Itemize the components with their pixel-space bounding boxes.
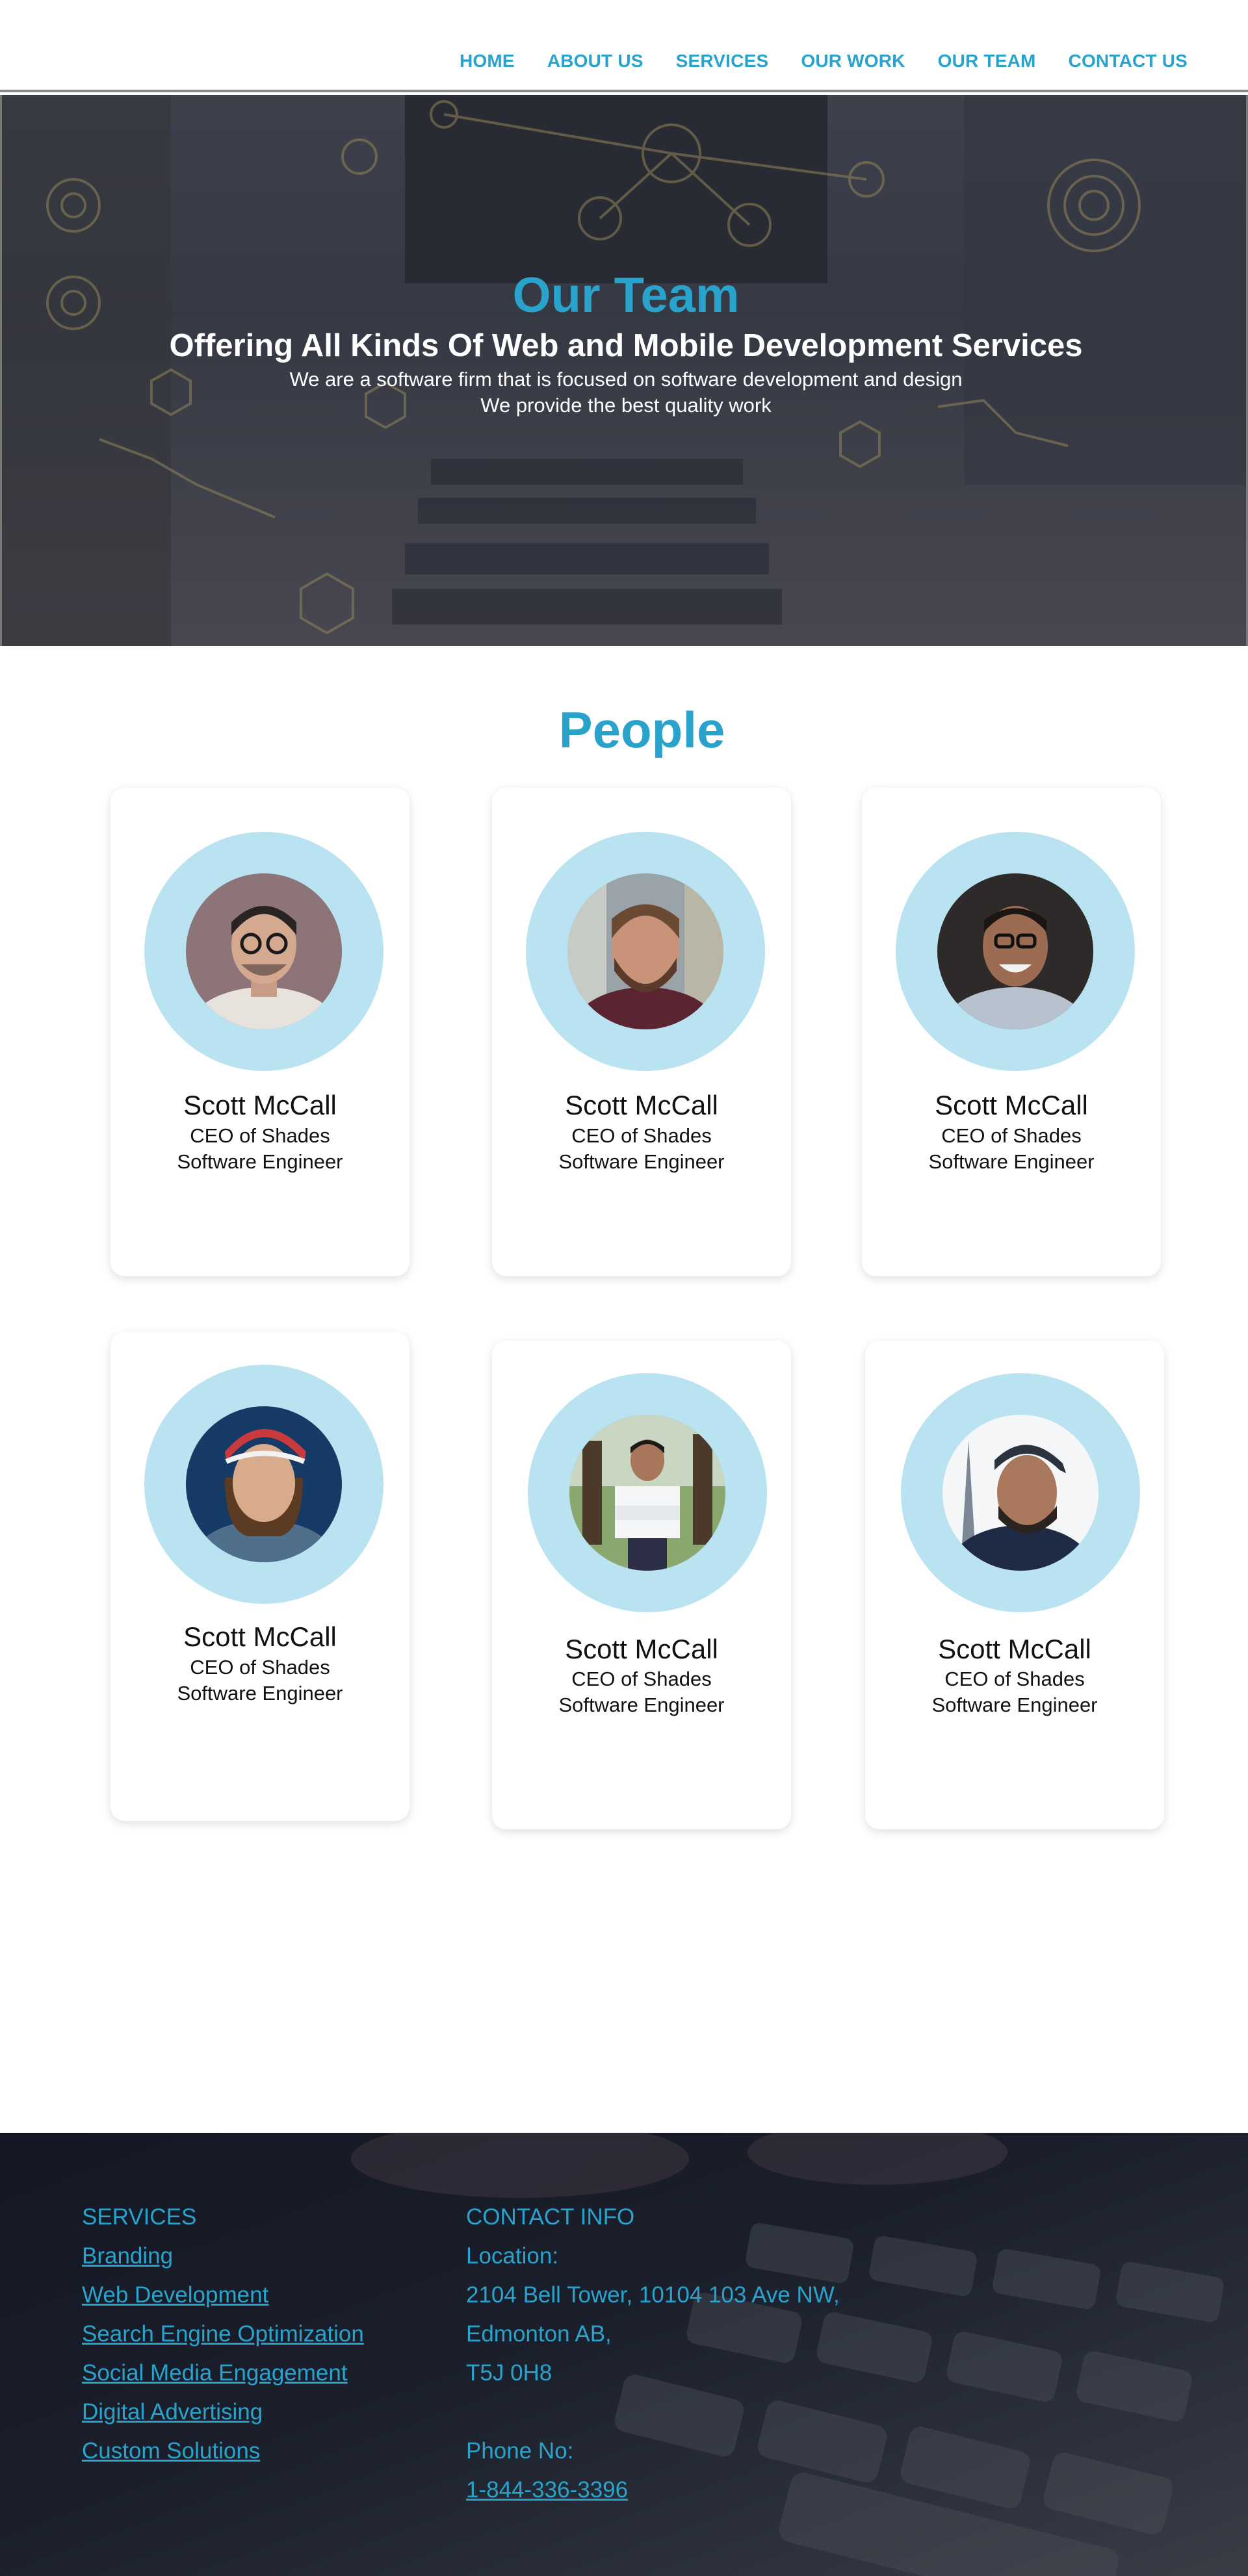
member-name: Scott McCall xyxy=(938,1634,1091,1664)
member-name: Scott McCall xyxy=(183,1621,337,1652)
hero-title: Our Team xyxy=(512,268,740,323)
hero-description-line-2: We provide the best quality work xyxy=(480,394,772,417)
avatar xyxy=(942,1415,1098,1571)
hero-subtitle: Offering All Kinds Of Web and Mobile Dev… xyxy=(169,328,1083,363)
nav-link-about-us[interactable]: ABOUT US xyxy=(547,51,644,71)
nav-link-our-work[interactable]: OUR WORK xyxy=(801,51,905,71)
footer-link-social-media[interactable]: Social Media Engagement xyxy=(82,2354,364,2393)
member-name: Scott McCall xyxy=(935,1090,1088,1120)
footer-link-custom-solutions[interactable]: Custom Solutions xyxy=(82,2432,364,2471)
avatar-ring xyxy=(528,1373,767,1612)
member-title: CEO of Shades xyxy=(941,1124,1082,1147)
footer-phone-link[interactable]: 1-844-336-3396 xyxy=(466,2471,840,2510)
avatar xyxy=(567,873,723,1029)
footer-contact-column: CONTACT INFO Location: 2104 Bell Tower, … xyxy=(466,2198,840,2510)
footer-link-web-development[interactable]: Web Development xyxy=(82,2276,364,2315)
member-role: Software Engineer xyxy=(177,1150,343,1173)
nav-item-about: ABOUT US xyxy=(547,51,644,71)
footer-location-label: Location: xyxy=(466,2243,559,2269)
member-role: Software Engineer xyxy=(177,1682,343,1705)
avatar xyxy=(186,873,342,1029)
footer-address-line-2: Edmonton AB, xyxy=(466,2321,612,2347)
nav-link-home[interactable]: HOME xyxy=(460,51,515,71)
team-member-card: Scott McCall CEO of Shades Software Engi… xyxy=(865,1341,1164,1829)
team-member-card: Scott McCall CEO of Shades Software Engi… xyxy=(110,1332,410,1821)
footer-link-digital-advertising[interactable]: Digital Advertising xyxy=(82,2393,364,2432)
avatar-ring xyxy=(144,1365,384,1604)
member-role: Software Engineer xyxy=(931,1694,1098,1716)
nav-link-our-team[interactable]: OUR TEAM xyxy=(938,51,1036,71)
footer-spacer xyxy=(466,2393,840,2432)
nav-item-contact: CONTACT US xyxy=(1069,51,1188,71)
member-title: CEO of Shades xyxy=(571,1124,712,1147)
top-navbar: HOME ABOUT US SERVICES OUR WORK OUR TEAM… xyxy=(0,0,1248,92)
avatar-ring xyxy=(526,832,765,1071)
team-member-card: Scott McCall CEO of Shades Software Engi… xyxy=(492,788,791,1276)
nav-item-services: SERVICES xyxy=(676,51,769,71)
nav-item-work: OUR WORK xyxy=(801,51,905,71)
member-name: Scott McCall xyxy=(183,1090,337,1120)
footer-phone-label: Phone No: xyxy=(466,2438,574,2464)
hero-description-line-1: We are a software firm that is focused o… xyxy=(289,368,963,391)
avatar-ring xyxy=(144,832,384,1071)
footer-address-line-1: 2104 Bell Tower, 10104 103 Ave NW, xyxy=(466,2282,840,2308)
member-role: Software Engineer xyxy=(558,1150,725,1173)
nav-link-contact-us[interactable]: CONTACT US xyxy=(1069,51,1188,71)
footer-link-seo[interactable]: Search Engine Optimization xyxy=(82,2315,364,2354)
avatar-ring xyxy=(901,1373,1140,1612)
member-role: Software Engineer xyxy=(928,1150,1095,1173)
member-title: CEO of Shades xyxy=(190,1656,330,1679)
avatar xyxy=(937,873,1093,1029)
member-name: Scott McCall xyxy=(565,1090,718,1120)
footer-link-branding[interactable]: Branding xyxy=(82,2237,364,2276)
member-title: CEO of Shades xyxy=(571,1668,712,1690)
nav-link-services[interactable]: SERVICES xyxy=(676,51,769,71)
team-member-card: Scott McCall CEO of Shades Software Engi… xyxy=(492,1341,791,1829)
site-footer: SERVICES Branding Web Development Search… xyxy=(0,2133,1248,2576)
footer-services-column: SERVICES Branding Web Development Search… xyxy=(82,2198,364,2471)
people-section-title: People xyxy=(558,701,725,758)
member-name: Scott McCall xyxy=(565,1634,718,1664)
avatar xyxy=(186,1406,342,1562)
nav-item-home: HOME xyxy=(460,51,515,71)
member-role: Software Engineer xyxy=(558,1694,725,1716)
member-title: CEO of Shades xyxy=(944,1668,1085,1690)
avatar xyxy=(569,1415,725,1571)
hero-banner: Our Team Offering All Kinds Of Web and M… xyxy=(0,95,1248,646)
footer-services-heading: SERVICES xyxy=(82,2204,197,2230)
nav-menu: HOME ABOUT US SERVICES OUR WORK OUR TEAM… xyxy=(460,51,1188,71)
team-member-card: Scott McCall CEO of Shades Software Engi… xyxy=(110,788,410,1276)
footer-address-line-3: T5J 0H8 xyxy=(466,2360,552,2386)
nav-item-team: OUR TEAM xyxy=(938,51,1036,71)
footer-contact-heading: CONTACT INFO xyxy=(466,2204,635,2230)
member-title: CEO of Shades xyxy=(190,1124,330,1147)
team-member-card: Scott McCall CEO of Shades Software Engi… xyxy=(862,788,1161,1276)
avatar-ring xyxy=(896,832,1135,1071)
